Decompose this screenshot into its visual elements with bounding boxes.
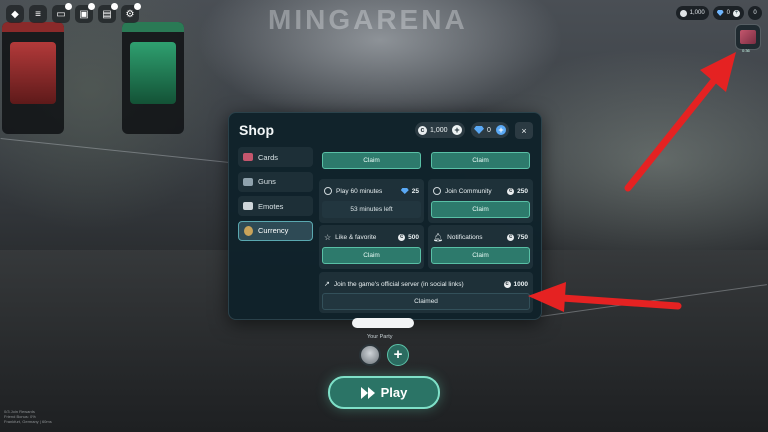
external-link-icon: ↗: [324, 281, 330, 288]
avatar[interactable]: [359, 344, 381, 366]
task-reward: c 500: [398, 233, 419, 241]
claimed-button[interactable]: Claimed: [322, 293, 530, 310]
reward-timer: 0:36: [742, 48, 750, 53]
chat-icon[interactable]: ▭: [52, 3, 72, 23]
fast-forward-icon: [360, 386, 375, 399]
coin-icon: c: [507, 187, 515, 195]
task-reward-value: 25: [411, 187, 419, 195]
buy-gems-button[interactable]: +: [496, 125, 506, 135]
task-reward: c 750: [507, 233, 528, 241]
shop-panel: Shop c 1,000 + 0 + × Cards Guns Emotes C…: [228, 112, 542, 320]
shop-coins-display: c 1,000 +: [415, 122, 465, 138]
star-icon: ☆: [324, 232, 332, 242]
server-info: 0/3 Join Rewards Friend Bonus: 0% Frankf…: [4, 409, 52, 424]
arena-sign: MINGARENA: [268, 4, 468, 35]
claim-button[interactable]: Claim: [431, 152, 530, 169]
shop-categories: Cards Guns Emotes Currency: [238, 147, 313, 245]
task-card: Claim: [428, 149, 533, 172]
task-card-official-server: ↗ Join the game's official server (in so…: [319, 272, 533, 313]
task-card-join-community: Join Community c 250 Claim: [428, 179, 533, 223]
money-bag-icon: [244, 225, 253, 236]
category-label: Guns: [258, 177, 276, 187]
category-cards[interactable]: Cards: [238, 147, 313, 167]
roblox-topbar: ◆ ≡ ▭ ▣ ▤ ⚙: [6, 3, 141, 23]
coin-icon: c: [507, 233, 515, 241]
coin-icon: c: [503, 280, 511, 288]
gem-icon: [716, 10, 724, 16]
hud-coins[interactable]: 1,000: [675, 6, 709, 20]
inventory-icon[interactable]: ▣: [75, 3, 95, 23]
shop-coins-value: 1,000: [430, 126, 448, 134]
claim-button[interactable]: Claim: [322, 152, 421, 169]
category-guns[interactable]: Guns: [238, 171, 313, 192]
settings-icon[interactable]: ⚙: [121, 3, 141, 23]
track-line: [0, 137, 230, 164]
buy-coins-button[interactable]: +: [452, 125, 462, 135]
task-status: 53 minutes left: [322, 201, 421, 218]
backpack-icon[interactable]: ▤: [98, 3, 118, 23]
task-label: Like & favorite: [335, 233, 377, 241]
category-label: Emotes: [258, 201, 284, 211]
clock-icon: [324, 187, 332, 195]
currency-tasks: Claim Claim Play 60 minutes 25 53 minute…: [319, 149, 533, 313]
claim-button[interactable]: Claim: [431, 201, 530, 218]
hud-extra[interactable]: 0: [748, 6, 762, 20]
task-card-notifications: 🔔︎ Notifications c 750 Claim: [428, 225, 533, 269]
community-icon: [433, 187, 441, 195]
hud-coins-value: 1,000: [689, 10, 705, 16]
roblox-logo-icon[interactable]: ◆: [6, 5, 24, 23]
category-currency[interactable]: Currency: [238, 220, 313, 241]
reward-gift-button[interactable]: [735, 24, 761, 50]
menu-icon[interactable]: ≡: [29, 5, 47, 23]
close-button[interactable]: ×: [515, 122, 533, 139]
category-label: Currency: [258, 226, 289, 236]
hud-gems[interactable]: 0 +: [712, 6, 744, 20]
task-card: Claim: [319, 149, 424, 172]
claim-button[interactable]: Claim: [322, 247, 421, 264]
task-label: Join the game's official server (in soci…: [333, 280, 464, 288]
hud-currency: 1,000 0 + 0: [675, 6, 762, 20]
task-label: Notifications: [447, 233, 483, 241]
task-label: Play 60 minutes: [336, 187, 383, 195]
emote-icon: [243, 202, 253, 211]
coin-icon: [679, 9, 687, 17]
task-reward-value: 500: [408, 233, 419, 241]
player-nameplate: [352, 318, 414, 328]
red-door: [2, 22, 64, 134]
task-reward: 25: [400, 187, 419, 195]
coin-icon: c: [418, 125, 427, 135]
bell-icon: 🔔︎: [433, 232, 444, 242]
shop-gems-display: 0 +: [471, 122, 509, 138]
gem-icon: [474, 126, 484, 134]
add-party-member-button[interactable]: +: [387, 344, 409, 366]
task-reward: c 250: [507, 187, 528, 195]
play-label: Play: [380, 385, 408, 400]
task-reward-value: 250: [517, 187, 528, 195]
claim-button[interactable]: Claim: [431, 247, 530, 264]
shop-gems-value: 0: [487, 126, 491, 134]
add-gems-icon: +: [733, 9, 740, 17]
arrow-to-reward: [624, 52, 736, 192]
gun-icon: [243, 177, 253, 186]
play-button[interactable]: Play: [328, 376, 440, 409]
party-label: Your Party: [367, 334, 393, 340]
task-reward: c 1000: [503, 280, 528, 288]
task-label: Join Community: [445, 187, 492, 195]
task-reward-value: 1000: [513, 280, 528, 288]
green-door: [122, 22, 184, 134]
task-reward-value: 750: [517, 233, 528, 241]
coin-icon: c: [398, 233, 406, 241]
gem-icon: [400, 188, 409, 194]
shop-title: Shop: [239, 122, 274, 138]
cards-icon: [243, 153, 253, 161]
gift-icon: [740, 30, 756, 44]
category-label: Cards: [258, 152, 279, 162]
task-card-play-60: Play 60 minutes 25 53 minutes left: [319, 179, 424, 223]
server-location-text: Frankfurt, Germany | 60ms: [4, 419, 52, 424]
hud-gems-value: 0: [726, 10, 730, 16]
category-emotes[interactable]: Emotes: [238, 196, 313, 217]
task-card-like-favorite: ☆ Like & favorite c 500 Claim: [319, 225, 424, 269]
